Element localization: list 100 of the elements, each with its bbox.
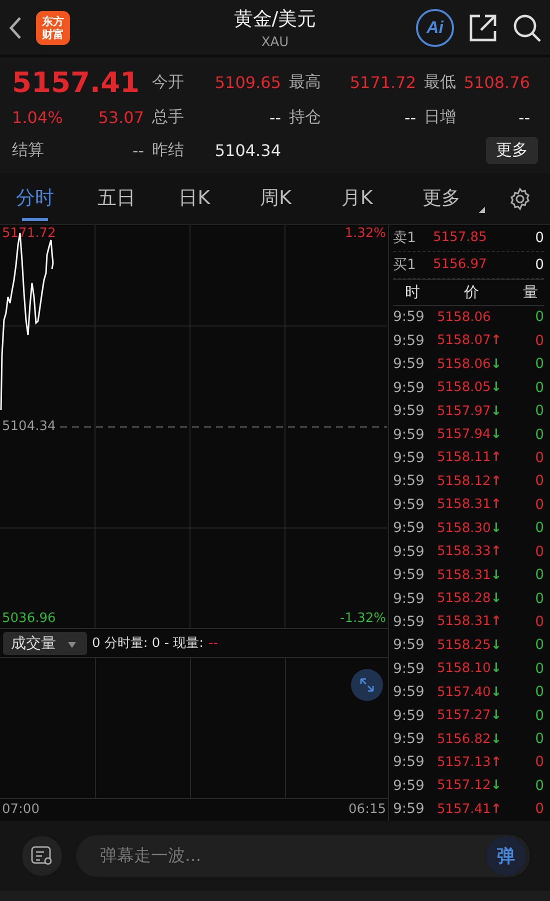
trend-arrow: ↓ — [490, 520, 502, 536]
low-price-label: 5036.96 — [2, 611, 56, 626]
trend-arrow: ↓ — [490, 568, 502, 583]
change-amount: 53.07 — [98, 108, 144, 126]
trend-arrow: ↑ — [490, 802, 502, 817]
tick-price: 5158.30 — [437, 520, 491, 536]
tick-volume: 0 — [535, 754, 544, 770]
tick-price: 5157.12 — [437, 778, 491, 794]
period-tab[interactable]: 周K — [254, 176, 336, 220]
tick-time: 9:59 — [393, 332, 426, 349]
tick-volume: 0 — [535, 473, 544, 490]
tick-volume: 0 — [535, 660, 544, 677]
stat-value: -- — [269, 108, 281, 126]
volume-selector[interactable]: 成交量 — [3, 632, 87, 655]
instrument-title: 黄金/美元 — [234, 7, 316, 32]
comment-field[interactable]: 弹幕走一波... 弹 — [76, 835, 530, 877]
tick-time: 9:59 — [393, 614, 426, 630]
stat-value: 5171.72 — [350, 72, 416, 92]
period-tab[interactable]: 日K — [172, 176, 254, 220]
tick-volume: 0 — [535, 637, 544, 654]
stat-label: 日增 — [424, 106, 456, 128]
tick-price: 5158.25 — [437, 638, 491, 653]
tick-time: 9:59 — [393, 637, 426, 654]
tick-time: 9:59 — [393, 731, 426, 748]
tick-price: 5158.31 — [437, 497, 491, 512]
trend-arrow: ↓ — [490, 356, 502, 372]
tick-volume: 0 — [535, 590, 544, 606]
settings-icon[interactable] — [508, 186, 532, 210]
column-header: 价 — [464, 282, 479, 302]
expand-icon — [359, 677, 375, 694]
tick-price: 5158.11 — [437, 450, 491, 466]
ai-button[interactable]: Ai — [416, 8, 454, 46]
order-price: 5157.85 — [433, 230, 488, 246]
tick-price: 5158.31 — [437, 568, 491, 583]
stat-label: 昨结 — [152, 140, 184, 160]
column-header: 时 — [405, 282, 420, 302]
tick-time: 9:59 — [393, 520, 426, 536]
search-icon[interactable] — [512, 12, 542, 42]
tick-time: 9:59 — [393, 450, 426, 466]
trend-arrow: ↓ — [490, 380, 502, 396]
tick-price: 5157.97 — [437, 404, 491, 419]
tick-price: 5158.06 — [437, 310, 491, 325]
tick-time: 9:59 — [393, 309, 426, 326]
tick-time: 9:59 — [393, 567, 426, 584]
stat-value: 5104.34 — [214, 140, 281, 160]
volume-info: 0 分时量: 0 - 现量: — [92, 635, 204, 652]
period-tab[interactable]: 五日 — [91, 176, 173, 220]
stat-value: -- — [518, 108, 530, 126]
tick-volume: 0 — [535, 309, 544, 326]
tick-price: 5158.10 — [437, 661, 491, 676]
stat-value: -- — [404, 108, 416, 126]
tick-volume: 0 — [535, 684, 544, 700]
trend-arrow: ↓ — [490, 638, 502, 653]
stat-label: 总手 — [152, 106, 184, 128]
trend-arrow: ↑ — [490, 450, 502, 466]
expand-button[interactable] — [351, 669, 383, 702]
tick-volume: 0 — [535, 567, 544, 584]
tick-price: 5157.41 — [437, 802, 491, 817]
more-button[interactable]: 更多 — [486, 136, 538, 164]
tick-volume: 0 — [535, 544, 544, 560]
trend-arrow: ↓ — [490, 778, 502, 794]
tick-volume: 0 — [535, 708, 544, 724]
tick-volume: 0 — [535, 380, 544, 396]
danmaku-settings-icon — [31, 846, 53, 866]
tick-price: 5157.27 — [437, 708, 491, 724]
trend-arrow: ↑ — [490, 497, 502, 512]
tick-volume: 0 — [535, 520, 544, 536]
tick-volume: 0 — [535, 426, 544, 443]
stat-label: 今开 — [152, 72, 184, 92]
trend-arrow: ↓ — [490, 591, 502, 606]
tick-time: 9:59 — [393, 684, 426, 700]
send-button[interactable]: 弹 — [486, 836, 526, 876]
tick-time: 9:59 — [393, 801, 426, 818]
stat-value: 5108.76 — [464, 72, 530, 92]
order-volume: 0 — [535, 230, 544, 246]
tick-volume: 0 — [535, 731, 544, 748]
trend-arrow: ↓ — [490, 708, 502, 724]
order-price: 5156.97 — [433, 257, 488, 272]
stat-value: -- — [132, 140, 144, 160]
trend-arrow: ↑ — [490, 333, 502, 348]
trend-arrow: ↑ — [490, 544, 502, 560]
tick-time: 9:59 — [393, 778, 426, 794]
tick-time: 9:59 — [393, 754, 426, 770]
change-percent: 1.04% — [12, 108, 63, 126]
tick-price: 5158.33 — [437, 544, 491, 560]
last-price: 5157.41 — [12, 66, 141, 98]
back-icon[interactable] — [8, 16, 22, 40]
trend-arrow: ↑ — [490, 474, 502, 489]
share-icon[interactable] — [468, 12, 498, 42]
tick-volume: 0 — [535, 496, 544, 513]
current-volume: -- — [208, 636, 218, 651]
tick-price: 5158.06 — [437, 356, 491, 372]
stat-label: 持仓 — [289, 106, 321, 128]
instrument-code: XAU — [260, 35, 290, 50]
tick-volume: 0 — [535, 403, 544, 420]
period-tab[interactable]: 月K — [335, 176, 417, 220]
danmaku-settings-button[interactable] — [22, 836, 62, 876]
high-price-label: 5171.72 — [2, 226, 56, 241]
trend-arrow: ↓ — [490, 684, 502, 700]
stat-label: 结算 — [12, 140, 44, 160]
